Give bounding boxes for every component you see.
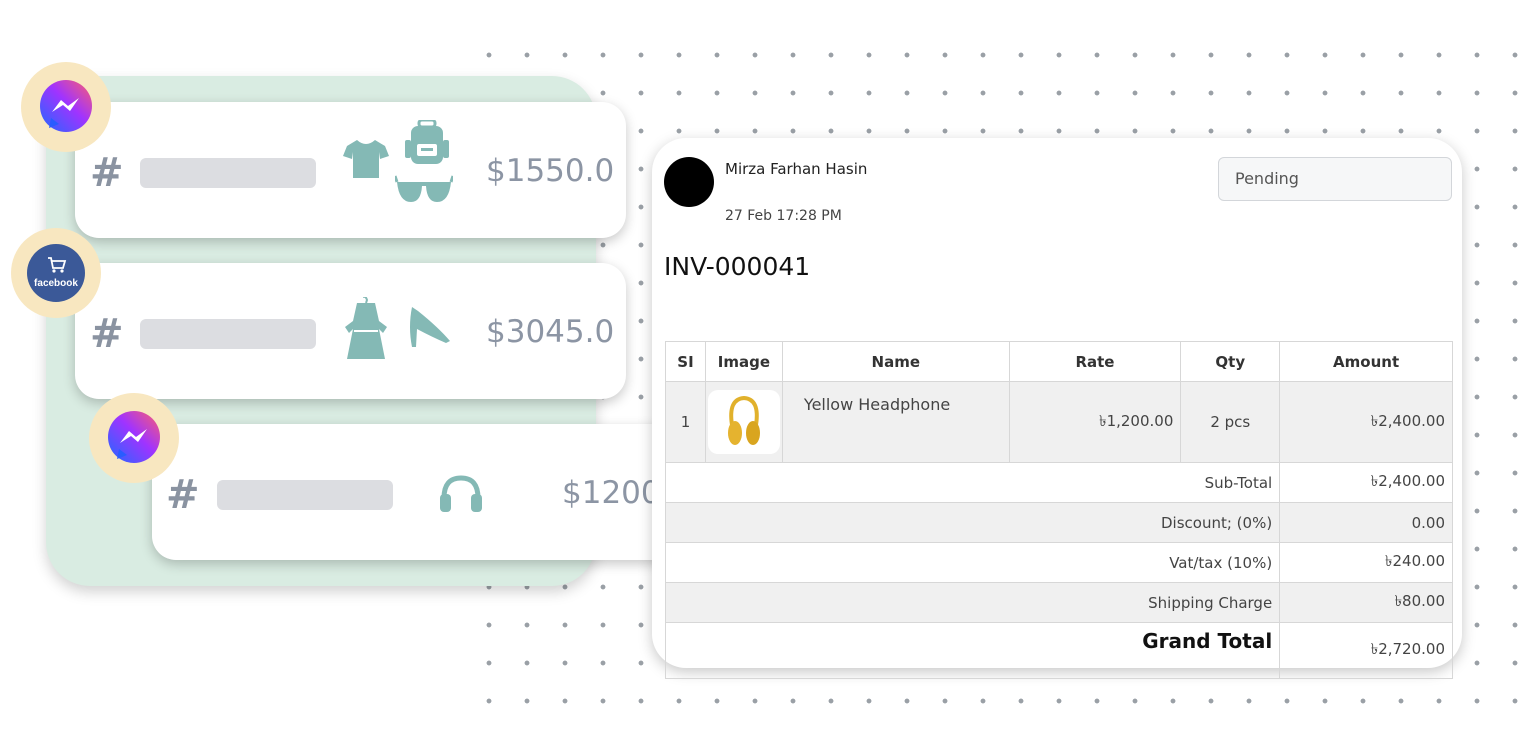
avatar: [664, 157, 714, 207]
shipping-row: Shipping Charge ৳80.00: [664, 582, 1453, 623]
hash-icon: #: [90, 150, 124, 196]
col-qty: Qty: [1180, 341, 1281, 382]
headphones-icon: [440, 475, 482, 512]
shipping-label: Shipping Charge: [664, 582, 1281, 623]
order-date: 27 Feb 17:28 PM: [725, 208, 842, 224]
grand-total-row: Grand Total ৳2,720.00: [664, 622, 1453, 679]
discount-label: Discount; (0%): [664, 502, 1281, 543]
subtotal-row: Sub-Total ৳2,400.00: [664, 462, 1453, 503]
messenger-badge: [21, 62, 111, 152]
facebook-shop-icon: facebook: [27, 244, 85, 302]
facebook-badge: facebook: [11, 228, 101, 318]
order-price: $3045.0: [486, 314, 615, 350]
invoice-card: Mirza Farhan Hasin 27 Feb 17:28 PM Pendi…: [652, 138, 1462, 679]
item-rate: ৳1,200.00: [1008, 381, 1182, 463]
subtotal-value: ৳2,400.00: [1279, 462, 1453, 503]
facebook-label: facebook: [34, 278, 78, 289]
col-rate: Rate: [1008, 341, 1182, 382]
col-amount: Amount: [1279, 341, 1453, 382]
grand-total-value: ৳2,720.00: [1279, 622, 1453, 679]
col-si: SI: [665, 341, 706, 382]
order-id-placeholder: [217, 480, 393, 510]
col-name: Name: [781, 341, 1010, 382]
sunglasses-icon: [395, 175, 453, 202]
tshirt-icon: [343, 140, 389, 178]
order-card-2[interactable]: # $3045.0: [75, 263, 626, 399]
discount-row: Discount; (0%) 0.00: [664, 502, 1453, 543]
table-header-row: SI Image Name Rate Qty Amount: [665, 341, 1453, 382]
vat-label: Vat/tax (10%): [664, 542, 1281, 583]
hash-icon: #: [90, 311, 124, 357]
order-card-1[interactable]: # $1550.0: [75, 102, 626, 238]
subtotal-label: Sub-Total: [664, 462, 1281, 503]
vat-row: Vat/tax (10%) ৳240.00: [664, 542, 1453, 583]
hash-icon: #: [166, 472, 200, 518]
order-id-placeholder: [140, 158, 316, 188]
messenger-icon: [108, 411, 160, 463]
order-price: $1550.0: [486, 153, 615, 189]
shipping-value: ৳80.00: [1279, 582, 1453, 623]
customer-name: Mirza Farhan Hasin: [725, 160, 868, 178]
item-image-cell: [704, 381, 783, 463]
discount-value: 0.00: [1279, 502, 1453, 543]
product-thumbnail: [707, 390, 780, 454]
messenger-badge: [89, 393, 179, 483]
order-card-3[interactable]: # $1200.0: [152, 424, 703, 560]
table-row: 1 Yellow Headphone ৳1,200.00 2 pcs ৳2,40…: [665, 381, 1453, 463]
invoice-table: SI Image Name Rate Qty Amount 1 Yellow H…: [664, 341, 1453, 679]
status-value: Pending: [1235, 169, 1299, 188]
col-image: Image: [704, 341, 783, 382]
vat-value: ৳240.00: [1279, 542, 1453, 583]
dress-icon: [345, 297, 387, 359]
item-qty: 2 pcs: [1180, 381, 1281, 463]
cart-icon: [48, 257, 67, 273]
backpack-icon: [405, 120, 449, 164]
yellow-headphone-icon: [727, 395, 760, 445]
item-name: Yellow Headphone: [781, 381, 1010, 463]
item-amount: ৳2,400.00: [1279, 381, 1453, 463]
high-heel-icon: [410, 307, 450, 347]
item-si: 1: [665, 381, 706, 463]
order-id-placeholder: [140, 319, 316, 349]
invoice-number: INV-000041: [664, 252, 811, 281]
messenger-icon: [40, 80, 92, 132]
status-select[interactable]: Pending: [1218, 157, 1452, 201]
grand-total-label: Grand Total: [1142, 629, 1273, 653]
